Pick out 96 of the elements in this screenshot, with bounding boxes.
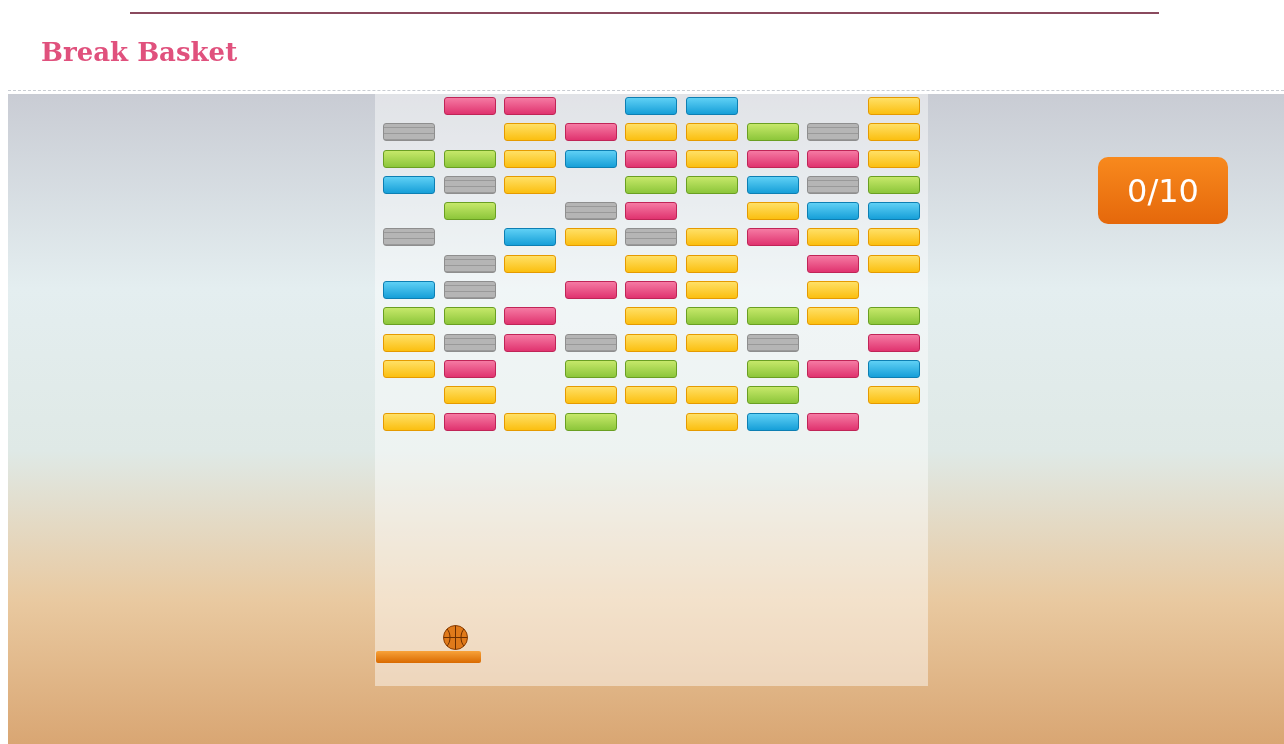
brick (443, 412, 496, 431)
brick (504, 412, 557, 431)
brick (625, 149, 678, 168)
brick (383, 359, 435, 378)
brick (625, 281, 678, 300)
brick (625, 97, 678, 115)
brick (807, 359, 860, 378)
paddle[interactable] (376, 651, 481, 663)
brick (625, 123, 678, 142)
brick (867, 202, 920, 221)
brick (746, 359, 799, 378)
brick (564, 149, 617, 168)
brick (504, 307, 557, 326)
brick (625, 202, 678, 221)
brick (685, 333, 738, 352)
brick (867, 123, 920, 142)
stone-brick (443, 333, 496, 352)
brick (383, 175, 435, 194)
brick (625, 359, 678, 378)
brick (625, 254, 678, 273)
basketball-icon (443, 625, 468, 650)
brick (625, 386, 678, 405)
stone-brick (564, 333, 617, 352)
brick (867, 386, 920, 405)
brick (746, 412, 799, 431)
brick (867, 149, 920, 168)
brick (564, 123, 617, 142)
brick (564, 281, 617, 300)
brick (564, 386, 617, 405)
stone-brick (383, 123, 435, 142)
brick (867, 359, 920, 378)
brick (867, 254, 920, 273)
brick (564, 228, 617, 247)
brick (807, 307, 860, 326)
brick (746, 228, 799, 247)
brick (504, 175, 557, 194)
brick (685, 123, 738, 142)
stone-brick (746, 333, 799, 352)
brick (807, 412, 860, 431)
brick (746, 123, 799, 142)
score-counter: 0/10 (1098, 157, 1228, 224)
brick (746, 202, 799, 221)
brick (504, 228, 557, 247)
brick (685, 412, 738, 431)
game-title: Break Basket (41, 37, 238, 67)
stone-brick (807, 175, 860, 194)
brick (383, 412, 435, 431)
brick (504, 333, 557, 352)
brick (625, 307, 678, 326)
brick (746, 307, 799, 326)
brick (685, 254, 738, 273)
brick (383, 281, 435, 300)
brick (564, 412, 617, 431)
brick (685, 386, 738, 405)
brick (383, 307, 435, 326)
brick (867, 333, 920, 352)
brick (685, 175, 738, 194)
brick (383, 333, 435, 352)
brick (685, 149, 738, 168)
brick (685, 281, 738, 300)
brick (443, 359, 496, 378)
brick (504, 97, 557, 115)
brick (504, 123, 557, 142)
stone-brick (443, 281, 496, 300)
brick (807, 228, 860, 247)
brick (564, 359, 617, 378)
brick (807, 254, 860, 273)
brick (807, 202, 860, 221)
brick (685, 307, 738, 326)
brick (443, 202, 496, 221)
brick (685, 97, 738, 115)
brick (625, 333, 678, 352)
stone-brick (564, 202, 617, 221)
stone-brick (625, 228, 678, 247)
stone-brick (807, 123, 860, 142)
stone-brick (443, 175, 496, 194)
brick (807, 149, 860, 168)
brick (746, 149, 799, 168)
brick (685, 228, 738, 247)
brick (443, 307, 496, 326)
brick (746, 175, 799, 194)
brick (443, 97, 496, 115)
brick (504, 254, 557, 273)
brick (504, 149, 557, 168)
brick (867, 228, 920, 247)
brick (746, 386, 799, 405)
brick (443, 386, 496, 405)
brick (867, 307, 920, 326)
brick (383, 149, 435, 168)
stone-brick (383, 228, 435, 247)
brick (867, 175, 920, 194)
brick (807, 281, 860, 300)
brick (867, 97, 920, 115)
brick (443, 149, 496, 168)
brick (625, 175, 678, 194)
stone-brick (443, 254, 496, 273)
